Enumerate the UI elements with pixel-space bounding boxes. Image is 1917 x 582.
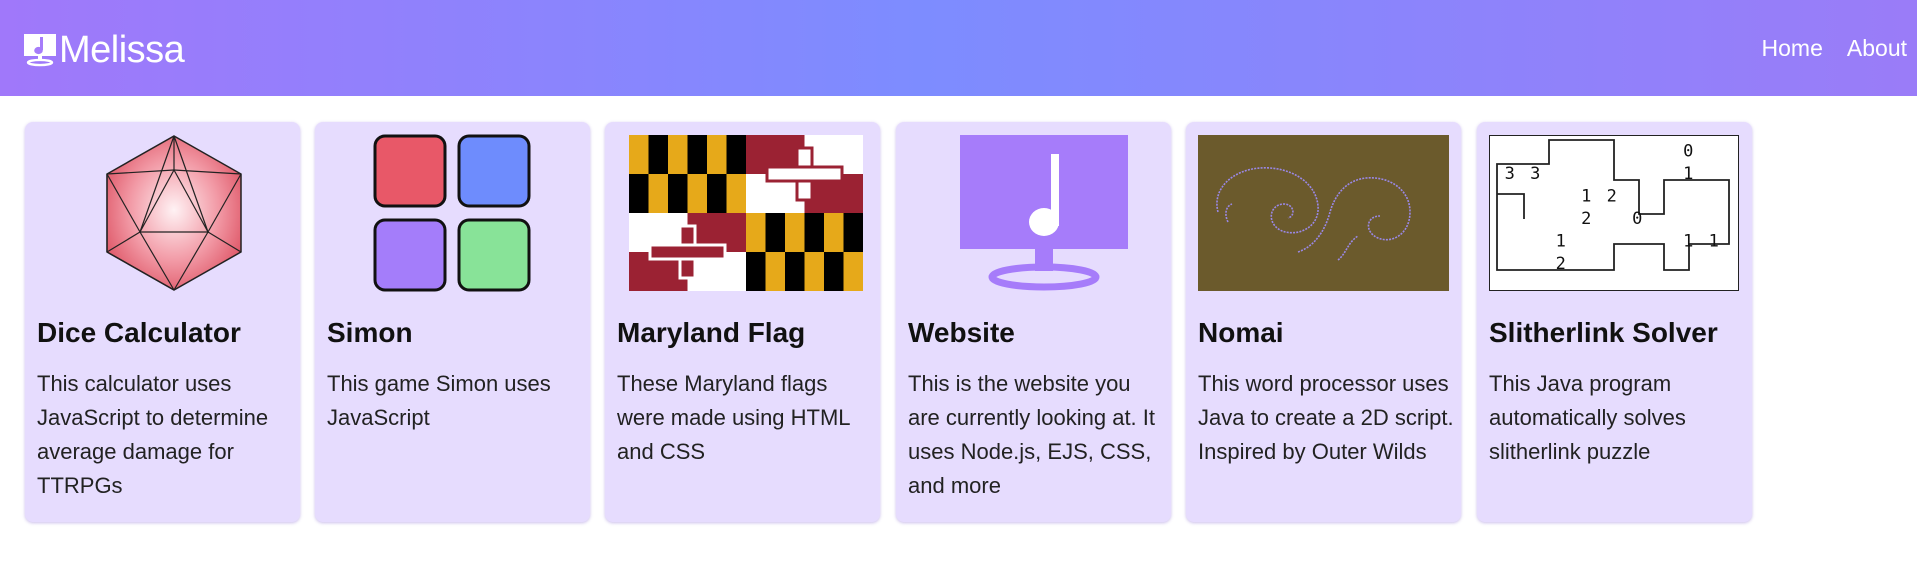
card-description: This word processor uses Java to create …	[1198, 371, 1454, 464]
slitherlink-clue: 2	[1556, 254, 1566, 274]
slitherlink-clue: 1	[1683, 164, 1693, 184]
slitherlink-clue: 1	[1556, 231, 1566, 251]
slitherlink-puzzle-image: 03 3 11 22 01 1 12	[1489, 135, 1739, 291]
card-description: This Java program automatically solves s…	[1489, 371, 1686, 464]
slitherlink-clue: 1	[1581, 186, 1591, 206]
project-card-simon[interactable]: Simon This game Simon uses JavaScript	[315, 122, 590, 522]
project-card-website[interactable]: Website This is the website you are curr…	[896, 122, 1171, 522]
slitherlink-clue: 0	[1632, 209, 1642, 229]
slitherlink-clue: 1	[1709, 231, 1719, 251]
computer-music-note-icon	[960, 135, 1128, 291]
project-card-nomai[interactable]: Nomai This word processor uses Java to c…	[1186, 122, 1461, 522]
project-card-dice-calculator[interactable]: Dice Calculator This calculator uses Jav…	[25, 122, 300, 522]
navbar: Melissa Home About	[0, 0, 1917, 96]
card-title: Simon	[327, 317, 413, 348]
card-description: This is the website you are currently lo…	[908, 371, 1156, 498]
slitherlink-clue: 1	[1683, 231, 1693, 251]
card-title: Website	[908, 317, 1015, 348]
slitherlink-clue: 2	[1581, 209, 1591, 229]
d20-dice-icon	[106, 135, 242, 291]
slitherlink-clue: 2	[1607, 186, 1617, 206]
project-card-slitherlink-solver[interactable]: 033112201112 Slitherlink Solver This Jav…	[1477, 122, 1752, 522]
slitherlink-clue: 0	[1683, 141, 1693, 161]
card-title: Dice Calculator	[37, 317, 241, 348]
nomai-spiral-script-image	[1198, 135, 1449, 291]
card-description: These Maryland flags were made using HTM…	[617, 371, 850, 464]
card-title: Nomai	[1198, 317, 1284, 348]
nav-links: Home About	[1762, 32, 1907, 64]
card-description: This calculator uses JavaScript to deter…	[37, 371, 269, 498]
slitherlink-clue: 3	[1505, 164, 1515, 184]
computer-music-note-icon	[24, 34, 56, 67]
project-card-maryland-flag[interactable]: Maryland Flag These Maryland flags were …	[605, 122, 880, 522]
brand-link[interactable]: Melissa	[23, 28, 185, 72]
brand-name: Melissa	[59, 29, 185, 71]
card-description: This game Simon uses JavaScript	[327, 371, 551, 430]
maryland-flag-image	[629, 135, 863, 291]
card-title: Maryland Flag	[617, 317, 806, 348]
nav-link-home[interactable]: Home	[1762, 32, 1823, 64]
slitherlink-clue: 3	[1530, 164, 1540, 184]
simon-buttons-icon	[373, 134, 531, 292]
nav-link-about[interactable]: About	[1847, 32, 1907, 64]
card-title: Slitherlink Solver	[1489, 317, 1718, 348]
